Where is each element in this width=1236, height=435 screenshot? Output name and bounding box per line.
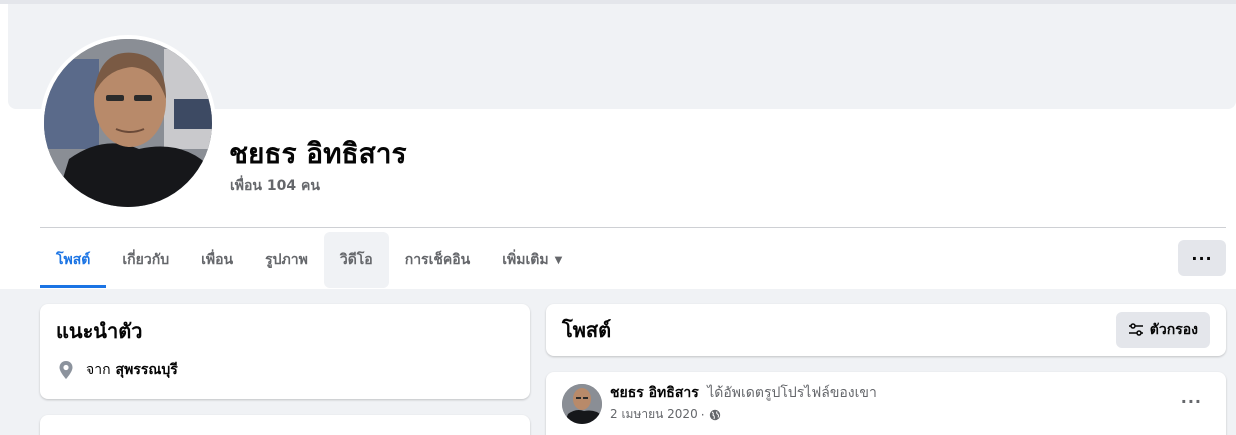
profile-avatar[interactable] [44,39,212,207]
post-avatar-photo [562,384,602,424]
photos-card [40,415,530,435]
tab-about[interactable]: เกี่ยวกับ [106,232,185,288]
posts-header-card: โพสต์ ตัวกรอง [546,304,1226,356]
profile-header: ชยธร อิทธิสาร เพื่อน 104 คน โพสต์ เกี่ยว… [0,0,1236,289]
post-headline: ชยธร อิทธิสาร ได้อัพเดตรูปโปรไฟล์ของเขา [610,384,877,402]
filter-sliders-icon [1128,323,1143,336]
tab-posts[interactable]: โพสต์ [40,232,107,288]
tab-more[interactable]: เพิ่มเติม ▼ [486,232,578,288]
hometown-prefix: จาก [86,362,111,378]
post-author-link[interactable]: ชยธร อิทธิสาร [610,385,699,401]
tab-photos[interactable]: รูปภาพ [249,232,324,288]
post-meta: 2 เมษายน 2020 · [610,405,721,424]
intro-hometown: จาก สุพรรณบุรี [56,359,178,381]
post-more-options-icon[interactable]: ··· [1181,392,1202,411]
meta-separator: · [700,407,705,422]
hometown-link[interactable]: สุพรรณบุรี [116,359,178,381]
profile-name: ชยธร อิทธิสาร [229,137,407,170]
filter-label: ตัวกรอง [1149,322,1198,338]
post-author-avatar[interactable] [562,384,602,424]
location-pin-icon [59,361,73,379]
globe-icon[interactable] [709,409,721,421]
post-action-text: ได้อัพเดตรูปโปรไฟล์ของเขา [707,385,877,401]
post-date-link[interactable]: 2 เมษายน 2020 [610,405,698,424]
posts-title: โพสต์ [562,318,612,342]
intro-card: แนะนำตัว จาก สุพรรณบุรี [40,304,530,399]
tab-videos[interactable]: วิดีโอ [323,232,389,288]
more-options-button[interactable]: ··· [1178,240,1226,276]
profile-tabs: โพสต์ เกี่ยวกับ เพื่อน รูปภาพ วิดีโอ การ… [40,232,578,288]
tab-more-label: เพิ่มเติม [502,252,549,268]
header-divider [40,227,1226,228]
friends-count[interactable]: เพื่อน 104 คน [230,176,320,196]
intro-title: แนะนำตัว [56,319,143,343]
caret-down-icon: ▼ [554,254,563,266]
tab-checkins[interactable]: การเช็คอิน [389,232,487,288]
avatar-photo [44,39,212,207]
tab-friends[interactable]: เพื่อน [185,232,249,288]
post-card: ชยธร อิทธิสาร ได้อัพเดตรูปโปรไฟล์ของเขา … [546,372,1226,435]
filter-button[interactable]: ตัวกรอง [1115,312,1210,348]
